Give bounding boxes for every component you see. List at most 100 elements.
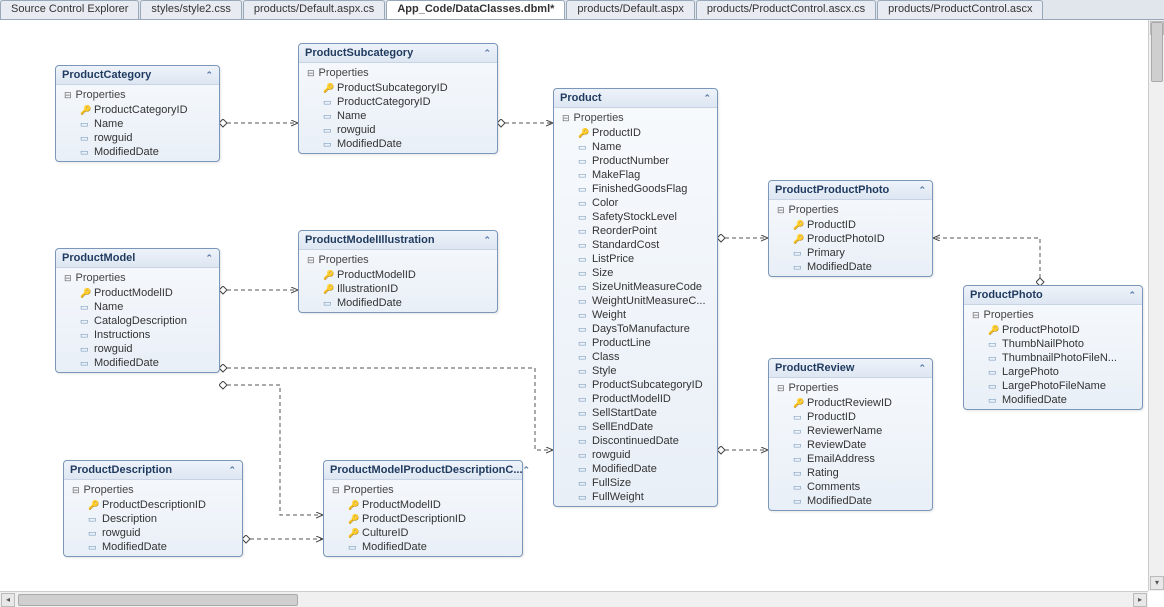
entity-ProductModelProductDescriptionCulture[interactable]: ProductModelProductDescriptionC...⌃Prope… [323,460,523,557]
property-row[interactable]: ▭SellEndDate [554,420,717,434]
vertical-scrollbar[interactable]: ▴ ▾ [1148,20,1164,591]
property-row[interactable]: ▭EmailAddress [769,452,932,466]
horizontal-scrollbar[interactable]: ◂ ▸ [0,591,1148,607]
properties-group-label[interactable]: Properties [64,482,242,498]
scroll-right-button[interactable]: ▸ [1133,593,1147,607]
property-row[interactable]: 🔑ProductPhotoID [964,323,1142,337]
chevron-up-icon[interactable]: ⌃ [1128,290,1136,301]
entity-header[interactable]: ProductSubcategory⌃ [299,44,497,63]
entity-ProductReview[interactable]: ProductReview⌃Properties🔑ProductReviewID… [768,358,933,511]
property-row[interactable]: ▭ThumbNailPhoto [964,337,1142,351]
chevron-up-icon[interactable]: ⌃ [523,465,531,476]
entity-ProductDescription[interactable]: ProductDescription⌃ Properties🔑ProductDes… [63,460,243,557]
properties-group-label[interactable]: Properties [56,270,219,286]
property-row[interactable]: ▭StandardCost [554,238,717,252]
entity-ProductModelIllustration[interactable]: ProductModelIllustration⌃Properties🔑Prod… [298,230,498,313]
property-row[interactable]: ▭ReviewerName [769,424,932,438]
entity-ProductModel[interactable]: ProductModel⌃ Properties🔑ProductModelID▭N… [55,248,220,373]
properties-group-label[interactable]: Properties [324,482,522,498]
scroll-left-button[interactable]: ◂ [1,593,15,607]
property-row[interactable]: ▭Style [554,364,717,378]
property-row[interactable]: ▭ListPrice [554,252,717,266]
property-row[interactable]: ▭ModifiedDate [964,393,1142,407]
chevron-up-icon[interactable]: ⌃ [205,253,213,264]
property-row[interactable]: ▭Class [554,350,717,364]
property-row[interactable]: 🔑ProductReviewID [769,396,932,410]
entity-header[interactable]: ProductCategory⌃ [56,66,219,85]
property-row[interactable]: ▭FullSize [554,476,717,490]
properties-group-label[interactable]: Properties [554,110,717,126]
property-row[interactable]: ▭WeightUnitMeasureC... [554,294,717,308]
property-row[interactable]: ▭Name [56,300,219,314]
property-row[interactable]: ▭ModifiedDate [299,296,497,310]
chevron-up-icon[interactable]: ⌃ [703,93,711,104]
property-row[interactable]: ▭SizeUnitMeasureCode [554,280,717,294]
property-row[interactable]: ▭Rating [769,466,932,480]
scroll-thumb-h[interactable] [18,594,298,606]
chevron-up-icon[interactable]: ⌃ [228,465,236,476]
property-row[interactable]: ▭ReorderPoint [554,224,717,238]
property-row[interactable]: ▭ReviewDate [769,438,932,452]
scroll-thumb-v[interactable] [1151,22,1163,82]
property-row[interactable]: ▭ThumbnailPhotoFileN... [964,351,1142,365]
property-row[interactable]: ▭rowguid [56,342,219,356]
property-row[interactable]: ▭ModifiedDate [769,260,932,274]
property-row[interactable]: ▭Size [554,266,717,280]
property-row[interactable]: ▭Description [64,512,242,526]
tab-5[interactable]: products/ProductControl.ascx.cs [696,0,876,19]
property-row[interactable]: ▭FullWeight [554,490,717,504]
property-row[interactable]: ▭ProductCategoryID [299,95,497,109]
entity-header[interactable]: ProductModel⌃ [56,249,219,268]
property-row[interactable]: ▭Color [554,196,717,210]
property-row[interactable]: 🔑ProductPhotoID [769,232,932,246]
property-row[interactable]: 🔑ProductCategoryID [56,103,219,117]
tab-0[interactable]: Source Control Explorer [0,0,139,19]
property-row[interactable]: 🔑ProductDescriptionID [64,498,242,512]
property-row[interactable]: 🔑IllustrationID [299,282,497,296]
property-row[interactable]: ▭Instructions [56,328,219,342]
chevron-up-icon[interactable]: ⌃ [918,185,926,196]
property-row[interactable]: ▭rowguid [56,131,219,145]
property-row[interactable]: ▭ModifiedDate [56,356,219,370]
property-row[interactable]: 🔑ProductDescriptionID [324,512,522,526]
property-row[interactable]: ▭rowguid [299,123,497,137]
entity-header[interactable]: Product⌃ [554,89,717,108]
property-row[interactable]: ▭Name [299,109,497,123]
entity-header[interactable]: ProductReview⌃ [769,359,932,378]
property-row[interactable]: ▭LargePhotoFileName [964,379,1142,393]
property-row[interactable]: 🔑CultureID [324,526,522,540]
entity-header[interactable]: ProductPhoto⌃ [964,286,1142,305]
property-row[interactable]: ▭ModifiedDate [299,137,497,151]
property-row[interactable]: ▭Name [554,140,717,154]
entity-ProductSubcategory[interactable]: ProductSubcategory⌃Properties🔑ProductSub… [298,43,498,154]
property-row[interactable]: ▭Name [56,117,219,131]
entity-header[interactable]: ProductDescription⌃ [64,461,242,480]
relationship-ProductModel-Product[interactable] [220,368,553,450]
entity-header[interactable]: ProductModelIllustration⌃ [299,231,497,250]
property-row[interactable]: ▭ProductID [769,410,932,424]
scroll-down-button[interactable]: ▾ [1150,576,1164,590]
properties-group-label[interactable]: Properties [769,202,932,218]
entity-ProductProductPhoto[interactable]: ProductProductPhoto⌃Properties🔑ProductID… [768,180,933,277]
tab-2[interactable]: products/Default.aspx.cs [243,0,385,19]
relationship-ProductPhoto-ProductProductPhoto[interactable] [933,238,1040,285]
property-row[interactable]: 🔑ProductModelID [56,286,219,300]
property-row[interactable]: ▭SafetyStockLevel [554,210,717,224]
property-row[interactable]: ▭ModifiedDate [64,540,242,554]
property-row[interactable]: ▭DaysToManufacture [554,322,717,336]
property-row[interactable]: ▭Primary [769,246,932,260]
entity-ProductPhoto[interactable]: ProductPhoto⌃Properties🔑ProductPhotoID▭T… [963,285,1143,410]
property-row[interactable]: ▭Weight [554,308,717,322]
properties-group-label[interactable]: Properties [964,307,1142,323]
chevron-up-icon[interactable]: ⌃ [483,235,491,246]
property-row[interactable]: 🔑ProductID [554,126,717,140]
property-row[interactable]: ▭ProductLine [554,336,717,350]
chevron-up-icon[interactable]: ⌃ [483,48,491,59]
entity-Product[interactable]: Product⌃ Properties🔑ProductID▭Name ▭Produc… [553,88,718,507]
property-row[interactable]: 🔑ProductModelID [324,498,522,512]
property-row[interactable]: ▭ProductModelID [554,392,717,406]
tab-4[interactable]: products/Default.aspx [566,0,694,19]
property-row[interactable]: ▭LargePhoto [964,365,1142,379]
property-row[interactable]: ▭ProductSubcategoryID [554,378,717,392]
tab-1[interactable]: styles/style2.css [140,0,241,19]
